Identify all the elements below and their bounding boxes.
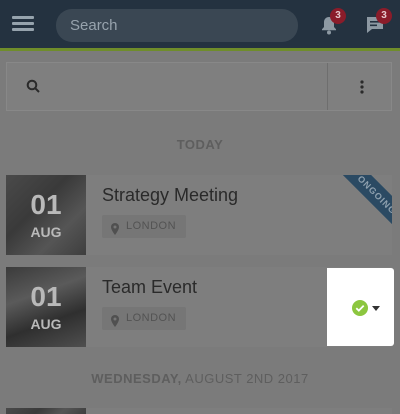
event-day: 01 [30, 281, 62, 312]
event-thumbnail: 01 AUG [6, 267, 86, 347]
messages-icon[interactable]: 3 [364, 8, 392, 36]
header-accent-line [0, 48, 400, 51]
hamburger-menu-icon[interactable] [12, 15, 34, 33]
toolbar-divider [327, 63, 328, 110]
section-label-today: TODAY [176, 137, 224, 152]
event-card-partial[interactable] [6, 408, 392, 414]
section-label-day: WEDNESDAY, [91, 371, 182, 386]
event-title: Strategy Meeting [102, 185, 239, 205]
chevron-down-icon [372, 306, 380, 311]
event-location-label: LONDON [126, 220, 177, 232]
event-title: Team Event [102, 277, 198, 297]
section-label-wednesday: WEDNESDAY, AUGUST 2ND 2017 [0, 371, 400, 386]
location-pin-icon [110, 221, 120, 235]
notifications-bell-icon[interactable]: 3 [318, 8, 346, 36]
event-location-chip: LONDON [102, 215, 187, 238]
top-app-bar: 3 3 [0, 0, 400, 50]
filter-toolbar [6, 62, 392, 111]
event-card-strategy-meeting[interactable]: 01 AUG Strategy Meeting LONDON ONGOING [6, 175, 392, 255]
event-day: 01 [30, 189, 62, 220]
check-circle-icon [352, 300, 368, 316]
search-icon[interactable] [25, 78, 43, 96]
event-month: AUG [30, 224, 62, 240]
event-month: AUG [30, 316, 62, 332]
rsvp-status-dropdown[interactable] [327, 268, 394, 346]
event-location-chip: LONDON [102, 307, 187, 330]
event-thumbnail [6, 408, 86, 414]
section-label-date: AUGUST 2ND 2017 [181, 371, 309, 386]
location-pin-icon [110, 313, 120, 327]
event-location-label: LONDON [126, 312, 177, 324]
search-input[interactable] [56, 9, 298, 42]
notifications-count-badge: 3 [330, 8, 346, 24]
event-thumbnail: 01 AUG [6, 175, 86, 255]
more-options-kebab-icon[interactable] [352, 77, 372, 97]
ongoing-ribbon: ONGOING [331, 175, 392, 241]
messages-count-badge: 3 [376, 8, 392, 24]
